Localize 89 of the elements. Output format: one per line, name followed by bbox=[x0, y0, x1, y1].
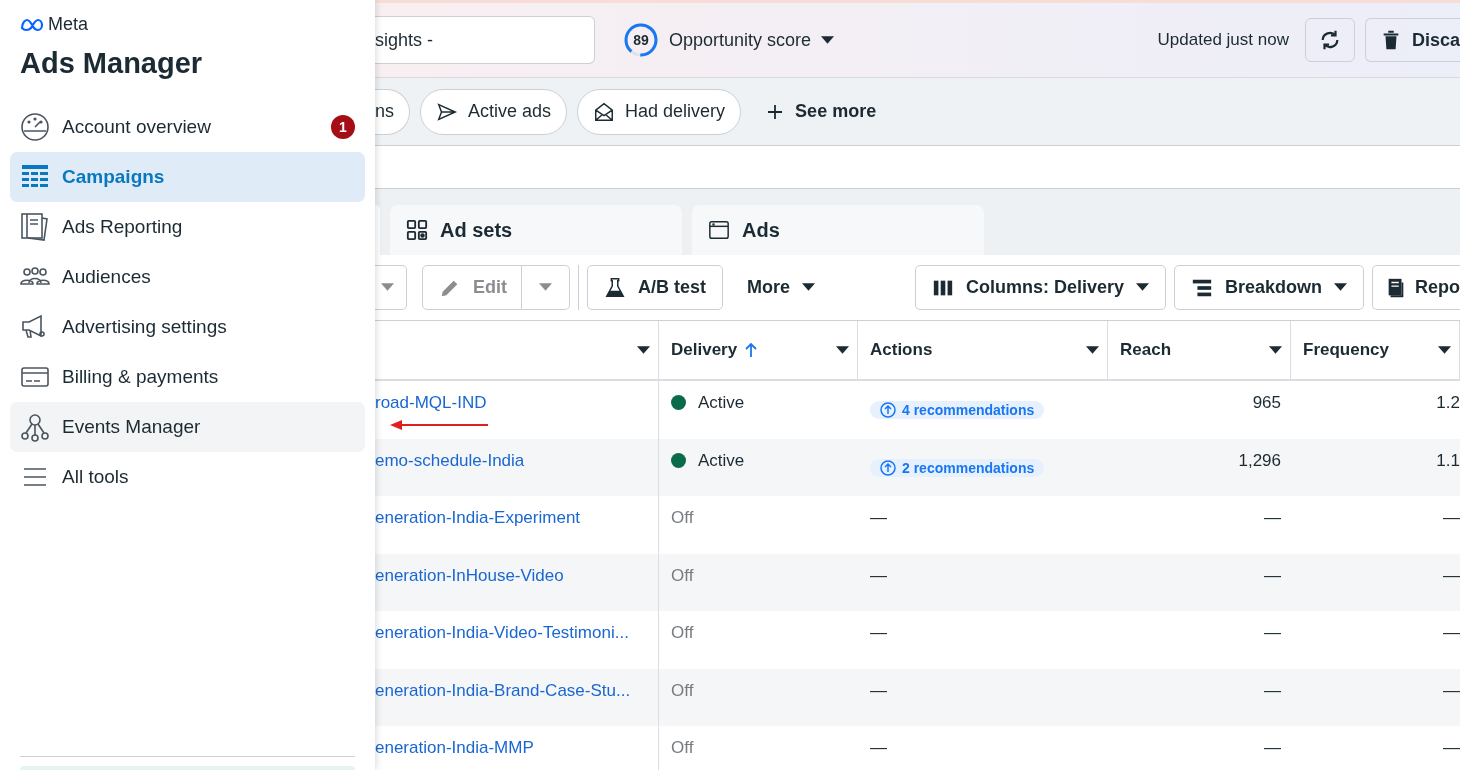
tab[interactable]: Ads bbox=[692, 205, 984, 255]
report-icon bbox=[20, 212, 50, 242]
delivery-status: Off bbox=[671, 738, 694, 758]
filter-chip[interactable]: ns bbox=[375, 88, 410, 135]
score-ring bbox=[623, 22, 659, 58]
caret-icon bbox=[1135, 283, 1149, 292]
delivery-status: Off bbox=[671, 680, 694, 701]
sidebar-item[interactable]: Events Manager bbox=[10, 402, 365, 452]
sidebar-item[interactable]: All tools bbox=[10, 452, 365, 502]
meta-logo-icon bbox=[20, 17, 44, 32]
breakdown-button[interactable]: Breakdown bbox=[1173, 265, 1364, 310]
column-header[interactable]: Frequency bbox=[1303, 340, 1389, 360]
tab[interactable]: Ad sets bbox=[390, 205, 682, 255]
caret-icon bbox=[539, 283, 552, 292]
recommendations-chip[interactable]: 4 recommendations bbox=[870, 401, 1045, 419]
frequency-value: — bbox=[1443, 623, 1460, 642]
delivery-status: Off bbox=[671, 565, 694, 586]
discard-button[interactable]: Disca bbox=[1364, 18, 1460, 62]
empty-value: — bbox=[870, 623, 887, 642]
gauge-icon bbox=[20, 112, 50, 142]
column-header[interactable]: Reach bbox=[1120, 340, 1172, 360]
recommendations-chip[interactable]: 2 recommendations bbox=[870, 458, 1045, 477]
score-label: Opportunity score bbox=[669, 29, 812, 51]
frequency-value: 1.2 bbox=[1436, 393, 1460, 412]
reach-value: — bbox=[1264, 565, 1281, 585]
reports-button[interactable]: Repo bbox=[1372, 265, 1460, 310]
caret-icon[interactable] bbox=[836, 345, 849, 355]
column-header[interactable]: Delivery bbox=[671, 340, 738, 360]
nodes-icon bbox=[20, 412, 50, 442]
campaign-link[interactable]: eneration-India-MMP bbox=[375, 738, 534, 757]
reach-value: — bbox=[1264, 508, 1281, 527]
search-field[interactable]: sights - bbox=[375, 16, 595, 64]
flask-icon bbox=[604, 276, 626, 299]
campaign-link[interactable]: eneration-India-Experiment bbox=[375, 508, 581, 527]
reach-value: — bbox=[1264, 738, 1281, 757]
frequency-value: — bbox=[1443, 680, 1460, 700]
ab-test-button[interactable]: A/B test bbox=[587, 265, 723, 310]
update-status: Updated just now bbox=[1157, 30, 1289, 50]
score-value: 89 bbox=[632, 32, 650, 48]
frequency-value: 1.1 bbox=[1436, 450, 1460, 470]
delivery-status: Off bbox=[671, 623, 694, 643]
sidebar-item[interactable]: Billing & payments bbox=[10, 352, 365, 402]
filter-chip[interactable]: Active ads bbox=[420, 88, 568, 135]
caret-icon bbox=[381, 283, 394, 292]
reach-value: 1,296 bbox=[1238, 450, 1281, 470]
caret-icon[interactable] bbox=[1269, 345, 1282, 355]
campaign-link[interactable]: emo-schedule-India bbox=[375, 450, 525, 470]
envelope-icon bbox=[593, 100, 616, 123]
campaign-link[interactable]: eneration-India-Video-Testimoni... bbox=[375, 623, 629, 642]
campaign-link[interactable]: road-MQL-IND bbox=[375, 393, 487, 412]
empty-value: — bbox=[870, 738, 887, 757]
frequency-value: — bbox=[1443, 508, 1460, 527]
empty-value: — bbox=[870, 565, 887, 585]
frequency-value: — bbox=[1443, 738, 1460, 757]
reach-value: — bbox=[1264, 623, 1281, 642]
sidebar-item[interactable]: Campaigns bbox=[10, 152, 365, 202]
caret-icon[interactable] bbox=[637, 345, 650, 355]
caret-icon bbox=[821, 35, 835, 45]
caret-icon bbox=[802, 283, 816, 292]
caret-icon bbox=[1334, 283, 1347, 292]
reach-value: 965 bbox=[1252, 393, 1281, 412]
app-title: Ads Manager bbox=[19, 46, 204, 80]
frequency-value: — bbox=[1443, 565, 1460, 585]
plus-icon bbox=[767, 103, 784, 120]
delivery-status: Active bbox=[698, 450, 745, 471]
sidebar-item[interactable]: Advertising settings bbox=[10, 302, 365, 352]
delivery-status: Off bbox=[671, 508, 694, 528]
sidebar-item[interactable]: Account overview 1 bbox=[10, 102, 365, 152]
arrow-up-circle-icon bbox=[880, 459, 896, 476]
see-more-button[interactable]: See more bbox=[751, 101, 893, 122]
reach-value: — bbox=[1264, 680, 1281, 700]
empty-value: — bbox=[870, 680, 887, 700]
grid-icon bbox=[406, 219, 428, 241]
window-icon bbox=[708, 219, 730, 241]
empty-value: — bbox=[870, 508, 887, 527]
filter-chip[interactable]: Had delivery bbox=[577, 88, 742, 135]
notification-badge: 1 bbox=[331, 115, 355, 139]
delivery-status: Active bbox=[698, 393, 745, 413]
sidebar-item[interactable]: Ads Reporting bbox=[10, 202, 365, 252]
columns-button[interactable]: Columns: Delivery bbox=[914, 265, 1166, 310]
caret-icon[interactable] bbox=[1086, 345, 1099, 355]
opportunity-score-dropdown[interactable]: 89 Opportunity score bbox=[623, 22, 835, 58]
caret-icon[interactable] bbox=[1438, 345, 1451, 355]
column-header[interactable]: Actions bbox=[870, 340, 933, 360]
dropdown-button[interactable] bbox=[375, 265, 407, 310]
sidebar-item[interactable]: Audiences bbox=[10, 252, 365, 302]
arrow-up-circle-icon bbox=[880, 402, 896, 418]
brand-name: Meta bbox=[48, 14, 89, 35]
refresh-button[interactable] bbox=[1304, 18, 1355, 62]
